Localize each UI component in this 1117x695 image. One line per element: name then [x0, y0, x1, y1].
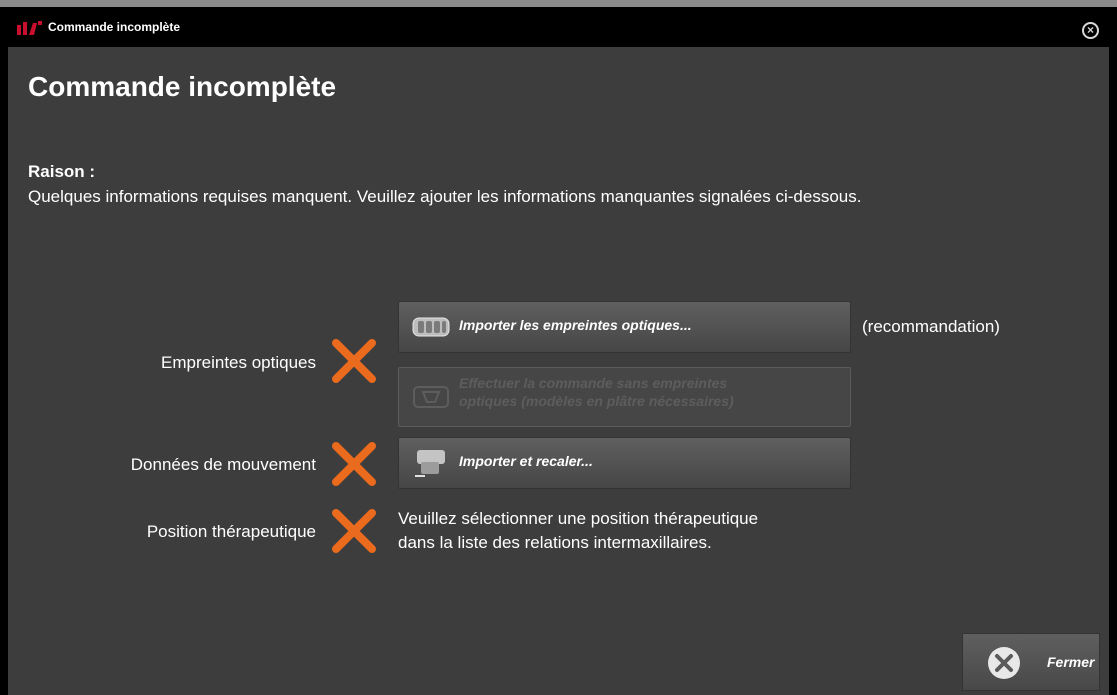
jaw-tracking-icon: [415, 450, 445, 477]
reason-text: Quelques informations requises manquent.…: [28, 187, 862, 206]
movement-data-label: Données de mouvement: [130, 455, 316, 474]
dialog-content: Commande incomplète Raison : Quelques in…: [8, 47, 1109, 695]
import-and-register-button[interactable]: Importer et recaler...: [398, 437, 851, 489]
optical-missing-x-icon: [332, 339, 376, 383]
app-logo-icon: [17, 21, 42, 35]
window-frame-left: [0, 7, 8, 695]
page-title: Commande incomplète: [28, 71, 337, 102]
recommendation-note: (recommandation): [862, 317, 1000, 336]
import-and-register-label: Importer et recaler...: [459, 453, 593, 469]
therapeutic-missing-x-icon: [332, 509, 376, 553]
optical-impressions-label: Empreintes optiques: [161, 353, 316, 372]
window-frame-right: [1109, 7, 1117, 695]
close-button-label: Fermer: [1047, 654, 1095, 670]
close-circle-icon: [988, 647, 1020, 679]
import-optical-impressions-label: Importer les empreintes optiques...: [459, 317, 692, 333]
reason-label: Raison :: [28, 162, 96, 181]
import-optical-impressions-button[interactable]: Importer les empreintes optiques...: [398, 301, 851, 353]
therapeutic-instruction-line2: dans la liste des relations intermaxilla…: [398, 533, 712, 552]
therapeutic-instruction-line1: Veuillez sélectionner une position théra…: [398, 509, 759, 528]
window-frame-top: [0, 0, 1117, 7]
close-button[interactable]: Fermer: [962, 633, 1100, 691]
therapeutic-position-label: Position thérapeutique: [146, 522, 316, 541]
teeth-scan-icon: [412, 317, 450, 337]
plaster-model-icon: [413, 386, 449, 408]
order-without-impressions-button[interactable]: Effectuer la commande sans empreintes op…: [398, 367, 851, 427]
window-title: Commande incomplète: [48, 20, 181, 34]
movement-missing-x-icon: [332, 442, 376, 486]
order-without-impressions-line1: Effectuer la commande sans empreintes: [459, 375, 728, 391]
order-without-impressions-line2: optiques (modèles en plâtre nécessaires): [459, 393, 734, 409]
title-bar: Commande incomplète ×: [8, 7, 1109, 47]
therapeutic-instruction: Veuillez sélectionner une position théra…: [398, 507, 758, 555]
window-close-icon[interactable]: ×: [1082, 22, 1099, 39]
